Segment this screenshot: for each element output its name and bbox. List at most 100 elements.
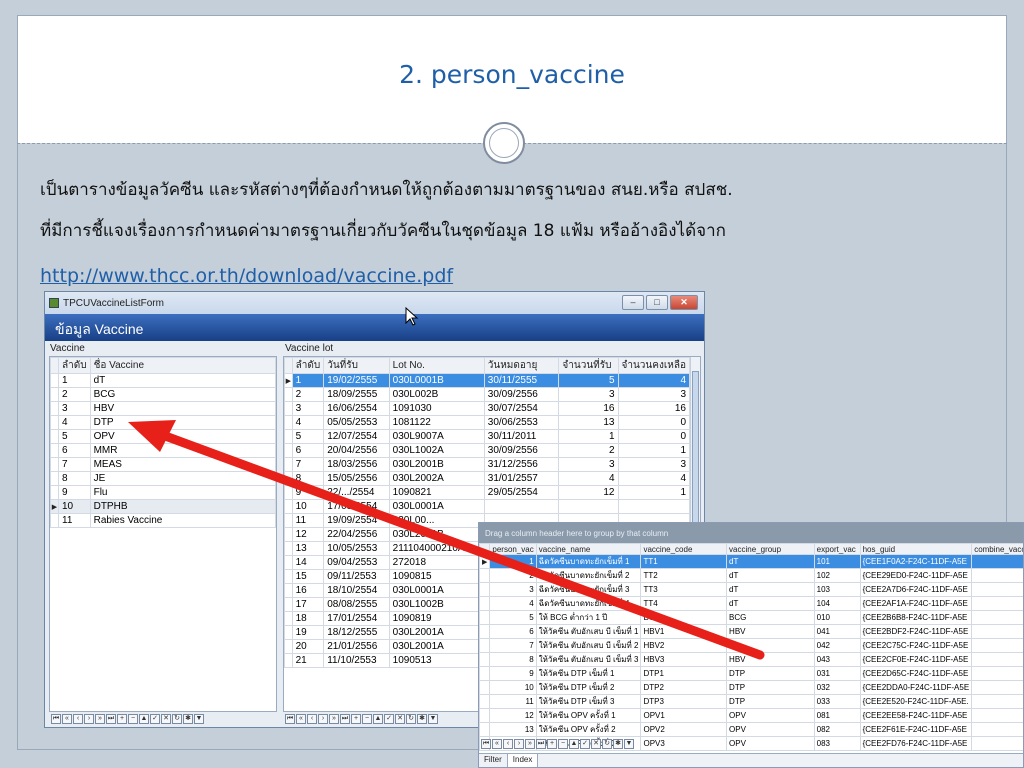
bookmark-icon[interactable]: ✱	[183, 714, 193, 724]
last-icon[interactable]: ⏭	[340, 714, 350, 724]
person-vaccine-row[interactable]: 6 ให้วัคซีน ตับอักเสบ บี เข็มที่ 1 HBV1 HBV…	[479, 624, 1023, 639]
column-header-no[interactable]: ลำดับ	[58, 357, 91, 374]
refresh-icon[interactable]: ↻	[172, 714, 182, 724]
first-icon[interactable]: ⏮	[481, 739, 491, 749]
last-icon[interactable]: ⏭	[106, 714, 116, 724]
delete-icon[interactable]: −	[362, 714, 372, 724]
close-button[interactable]: ✕	[670, 295, 698, 310]
column-header-person-vaccine-id[interactable]: person_vac	[489, 543, 537, 555]
refresh-icon[interactable]: ↻	[406, 714, 416, 724]
prev-page-icon[interactable]: «	[62, 714, 72, 724]
vaccine-row[interactable]: 3 HBV	[50, 401, 276, 416]
column-header-lot-no[interactable]: ลำดับ	[291, 357, 325, 374]
column-header-export-vaccine-code[interactable]: export_vac	[813, 543, 861, 555]
lot-row[interactable]: 6 20/04/2556 030L1002A 30/09/2556 2 1	[284, 443, 690, 458]
lot-row[interactable]: 10 17/08/2554 030L0001A	[284, 499, 690, 514]
post-icon[interactable]: ✓	[580, 739, 590, 749]
next-page-icon[interactable]: »	[329, 714, 339, 724]
first-icon[interactable]: ⏮	[51, 714, 61, 724]
bookmark-icon[interactable]: ✱	[417, 714, 427, 724]
next-icon[interactable]: ›	[84, 714, 94, 724]
add-icon[interactable]: +	[117, 714, 127, 724]
vaccine-row[interactable]: 8 JE	[50, 471, 276, 486]
minimize-button[interactable]: –	[622, 295, 644, 310]
tab-index[interactable]: Index	[507, 754, 539, 767]
person-vaccine-row[interactable]: 12 ให้วัคซีน OPV ครั้งที่ 1 OPV1 OPV 081 {CEE…	[479, 708, 1023, 723]
column-header-expiry-date[interactable]: วันหมดอายุ	[483, 357, 560, 374]
add-icon[interactable]: +	[547, 739, 557, 749]
column-header-received-date[interactable]: วันที่รับ	[323, 357, 390, 374]
column-header-hos-guid[interactable]: hos_guid	[859, 543, 973, 555]
post-icon[interactable]: ✓	[150, 714, 160, 724]
column-header-vaccine-name[interactable]: vaccine_name	[535, 543, 642, 555]
lot-row[interactable]: 5 12/07/2554 030L9007A 30/11/2011 1 0	[284, 429, 690, 444]
lot-row[interactable]: 8 15/05/2556 030L2002A 31/01/2557 4 4	[284, 471, 690, 486]
next-icon[interactable]: ›	[318, 714, 328, 724]
vaccine-row[interactable]: 2 BCG	[50, 387, 276, 402]
delete-icon[interactable]: −	[558, 739, 568, 749]
vaccine-row[interactable]: 6 MMR	[50, 443, 276, 458]
cancel-icon[interactable]: ✕	[591, 739, 601, 749]
column-header-remaining-qty[interactable]: จำนวนคงเหลือ	[617, 357, 690, 374]
person-vaccine-row[interactable]: 11 ให้วัคซีน DTP เข็มที่ 3 DTP3 DTP 033 {CEE2…	[479, 694, 1023, 709]
edit-icon[interactable]: ▲	[569, 739, 579, 749]
person-vaccine-row[interactable]: 5 ให้ BCG ต่ำกว่า 1 ปี BCG BCG 010 {CEE2B6B8-…	[479, 610, 1023, 625]
prev-page-icon[interactable]: «	[296, 714, 306, 724]
prev-icon[interactable]: ‹	[503, 739, 513, 749]
edit-icon[interactable]: ▲	[373, 714, 383, 724]
prev-page-icon[interactable]: «	[492, 739, 502, 749]
filter-icon[interactable]: ▼	[624, 739, 634, 749]
vaccine-row[interactable]: 1 dT	[50, 373, 276, 388]
cancel-icon[interactable]: ✕	[395, 714, 405, 724]
add-icon[interactable]: +	[351, 714, 361, 724]
person-vaccine-row[interactable]: 13 ให้วัคซีน OPV ครั้งที่ 2 OPV2 OPV 082 {CEE…	[479, 722, 1023, 737]
vaccine-row[interactable]: 5 OPV	[50, 429, 276, 444]
column-header-lot-number[interactable]: Lot No.	[388, 357, 485, 374]
lot-row[interactable]: 9 22/.../2554 1090821 29/05/2554 12 1	[284, 485, 690, 500]
next-page-icon[interactable]: »	[525, 739, 535, 749]
person-vaccine-row[interactable]: ▶ 1 ฉีดวัคซีนบาดทะยักเข็มที่ 1 TT1 dT 101 {CEE…	[479, 554, 1023, 569]
vaccine-row[interactable]: 11 Rabies Vaccine	[50, 513, 276, 528]
cancel-icon[interactable]: ✕	[161, 714, 171, 724]
delete-icon[interactable]: −	[128, 714, 138, 724]
column-header-vaccine-name[interactable]: ชื่อ Vaccine	[89, 357, 276, 374]
maximize-button[interactable]: □	[646, 295, 668, 310]
vaccine-row[interactable]: ▶ 10 DTPHB	[50, 499, 276, 514]
group-by-hint[interactable]: Drag a column header here to group by th…	[479, 523, 1023, 543]
next-icon[interactable]: ›	[514, 739, 524, 749]
prev-icon[interactable]: ‹	[73, 714, 83, 724]
column-header-vaccine-code[interactable]: vaccine_code	[640, 543, 728, 555]
filter-icon[interactable]: ▼	[428, 714, 438, 724]
vaccine-row[interactable]: 4 DTP	[50, 415, 276, 430]
vaccine-pdf-link[interactable]: http://www.thcc.or.th/download/vaccine.p…	[40, 265, 453, 287]
person-vaccine-row[interactable]: 10 ให้วัคซีน DTP เข็มที่ 2 DTP2 DTP 032 {CEE2…	[479, 680, 1023, 695]
post-icon[interactable]: ✓	[384, 714, 394, 724]
next-page-icon[interactable]: »	[95, 714, 105, 724]
prev-icon[interactable]: ‹	[307, 714, 317, 724]
filter-icon[interactable]: ▼	[194, 714, 204, 724]
window-titlebar[interactable]: TPCUVaccineListForm – □ ✕	[45, 292, 704, 314]
person-vaccine-row[interactable]: 4 ฉีดวัคซีนบาดทะยักเข็มที่ 4 TT4 dT 104 {CEE2…	[479, 596, 1023, 611]
refresh-icon[interactable]: ↻	[602, 739, 612, 749]
vaccine-row[interactable]: 9 Flu	[50, 485, 276, 500]
person-vaccine-row[interactable]: 8 ให้วัคซีน ตับอักเสบ บี เข็มที่ 3 HBV3 HBV…	[479, 652, 1023, 667]
lot-row[interactable]: 4 05/05/2553 1081122 30/06/2553 13 0	[284, 415, 690, 430]
column-header-received-qty[interactable]: จำนวนที่รับ	[558, 357, 619, 374]
vaccine-row[interactable]: 7 MEAS	[50, 457, 276, 472]
bookmark-icon[interactable]: ✱	[613, 739, 623, 749]
person-vaccine-row[interactable]: 9 ให้วัคซีน DTP เข็มที่ 1 DTP1 DTP 031 {CEE2D…	[479, 666, 1023, 681]
lot-row[interactable]: 3 16/06/2554 1091030 30/07/2554 16 16	[284, 401, 690, 416]
first-icon[interactable]: ⏮	[285, 714, 295, 724]
person-vaccine-row[interactable]: 2 ฉีดวัคซีนบาดทะยักเข็มที่ 2 TT2 dT 102 {CEE2…	[479, 568, 1023, 583]
person-vaccine-row[interactable]: 7 ให้วัคซีน ตับอักเสบ บี เข็มที่ 2 HBV2 042…	[479, 638, 1023, 653]
lot-row[interactable]: ▶ 1 19/02/2555 030L0001B 30/11/2555 5 4	[284, 373, 690, 388]
person-vaccine-row[interactable]: 3 ฉีดวัคซีนบาดทะยักเข็มที่ 3 TT3 dT 103 {CEE2…	[479, 582, 1023, 597]
column-header-combine-vaccine[interactable]: combine_vaccine	[971, 543, 1023, 555]
column-header-vaccine-group[interactable]: vaccine_group	[726, 543, 815, 555]
lot-row[interactable]: 7 18/03/2556 030L2001B 31/12/2556 3 3	[284, 457, 690, 472]
tab-filter[interactable]: Filter	[479, 754, 508, 767]
edit-icon[interactable]: ▲	[139, 714, 149, 724]
lot-grid-scroll-thumb[interactable]	[692, 371, 699, 531]
last-icon[interactable]: ⏭	[536, 739, 546, 749]
lot-row[interactable]: 2 18/09/2555 030L002B 30/09/2556 3 3	[284, 387, 690, 402]
